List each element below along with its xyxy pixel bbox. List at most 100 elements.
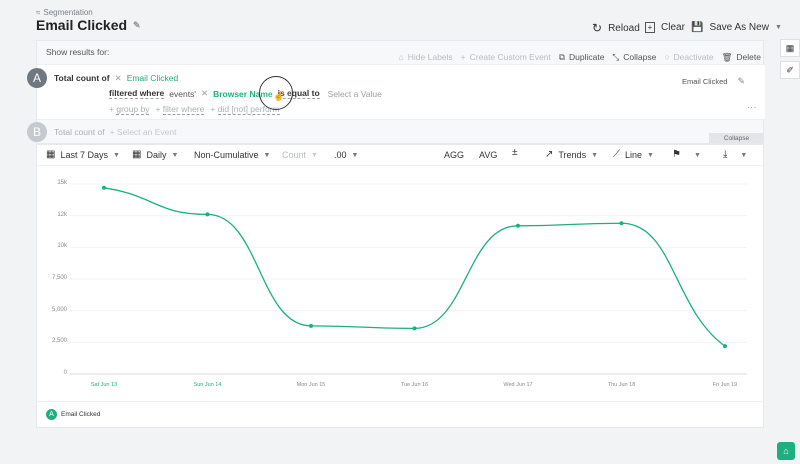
legend-label: Email Clicked bbox=[61, 411, 101, 418]
grid-view-icon[interactable]: ▦ bbox=[780, 39, 800, 57]
select-event-label: Select an Event bbox=[116, 127, 177, 137]
hide-labels-button[interactable]: ⌂ Hide Labels bbox=[399, 52, 453, 62]
formula-button[interactable]: ± bbox=[512, 148, 518, 158]
x-tick-label: Mon Jun 15 bbox=[296, 382, 326, 388]
query-card: Show results for: ⌂ Hide Labels + Create C… bbox=[27, 40, 765, 144]
clear-button[interactable]: + Clear bbox=[645, 22, 685, 33]
filtered-where-label[interactable]: filtered where bbox=[109, 88, 165, 99]
trends-label: Trends bbox=[558, 150, 587, 160]
collapse-tab-label: Collapse bbox=[723, 134, 750, 142]
save-as-new-button[interactable]: 💾 Save As New ▼ bbox=[691, 22, 782, 33]
show-results-label: Show results for: bbox=[46, 47, 110, 57]
create-custom-event-button[interactable]: + Create Custom Event bbox=[461, 52, 551, 62]
page-title: Email Clicked ✎ bbox=[36, 17, 141, 33]
trends-select[interactable]: ↗ Trends ▼ bbox=[545, 149, 599, 161]
edit-label-icon[interactable]: ✎ bbox=[737, 77, 745, 86]
clear-label: Clear bbox=[661, 22, 685, 33]
data-point[interactable] bbox=[412, 326, 417, 331]
filter-value-placeholder[interactable]: Select a Value bbox=[328, 89, 382, 99]
filter-where-label: filter where bbox=[162, 104, 205, 115]
cumulative-select[interactable]: Non-Cumulative ▼ bbox=[194, 150, 270, 160]
data-point[interactable] bbox=[309, 323, 313, 328]
help-widget-button[interactable]: ⌂ bbox=[777, 442, 795, 460]
chevron-down-icon: ▼ bbox=[171, 151, 179, 159]
data-point[interactable] bbox=[516, 223, 520, 228]
collapse-label: Collapse bbox=[623, 52, 657, 62]
data-point[interactable] bbox=[723, 344, 727, 349]
legend: A Email Clicked bbox=[37, 401, 763, 427]
x-tick-label: Tue Jun 16 bbox=[400, 382, 429, 388]
filter-where-link[interactable]: + filter where bbox=[155, 104, 205, 115]
chart-type-label: Line bbox=[625, 150, 643, 160]
group-by-link[interactable]: + group by bbox=[109, 104, 150, 115]
remove-filter-icon[interactable]: ✕ bbox=[201, 89, 208, 98]
reload-label: Reload bbox=[608, 22, 640, 34]
tag-icon: ⌂ bbox=[398, 51, 404, 62]
annotation-select[interactable]: ⚑ ▼ bbox=[672, 150, 701, 160]
group-by-label: group by bbox=[116, 104, 150, 115]
export-select[interactable]: ⤓ ▼ bbox=[723, 150, 747, 160]
trend-icon: ↗ bbox=[545, 149, 554, 160]
chart-type-select[interactable]: ⟋ Line ▼ bbox=[613, 149, 654, 161]
legend-item[interactable]: A Email Clicked bbox=[46, 409, 100, 420]
event-a-row: A Total count of ✕ Email Clicked filtere… bbox=[27, 64, 765, 120]
event-a-line1: Total count of ✕ Email Clicked bbox=[54, 73, 178, 83]
y-tick-label: 0 bbox=[63, 370, 67, 376]
flag-icon: ⚑ bbox=[672, 149, 681, 160]
delete-label: Delete bbox=[736, 52, 761, 62]
reload-button[interactable]: ↻ Reload bbox=[592, 22, 640, 34]
chart-controls: ▦ Last 7 Days ▼ ▦ Daily ▼ Non-Cumulative… bbox=[37, 145, 763, 166]
plus-icon: + bbox=[460, 51, 466, 62]
chart-card: ▦ Last 7 Days ▼ ▦ Daily ▼ Non-Cumulative… bbox=[36, 144, 764, 428]
y-tick-label: 15k bbox=[57, 180, 67, 186]
chevron-down-icon: ▼ bbox=[591, 151, 599, 159]
chevron-down-icon: ▼ bbox=[311, 151, 318, 159]
calendar-repeat-icon: ▦ bbox=[132, 149, 142, 160]
agg-button[interactable]: AGG bbox=[444, 150, 464, 160]
deactivate-label: Deactivate bbox=[673, 52, 714, 62]
decimals-select[interactable]: .00 ▼ bbox=[334, 150, 358, 160]
duplicate-label: Duplicate bbox=[568, 52, 605, 62]
event-a-filter-line: filtered where events' ✕ Browser Name is… bbox=[109, 88, 382, 99]
pencil-icon[interactable]: ✎ bbox=[133, 20, 141, 30]
event-b-total-count-label: Total count of bbox=[54, 127, 105, 137]
collapse-button[interactable]: ⤡ Collapse bbox=[612, 52, 656, 62]
x-tick-label: Sun Jun 14 bbox=[193, 382, 222, 388]
line-chart-icon: ⟋ bbox=[613, 149, 620, 160]
plus-icon: + bbox=[210, 104, 216, 114]
drag-handle-icon[interactable]: ⋮ bbox=[747, 103, 757, 112]
hide-labels-label: Hide Labels bbox=[407, 52, 453, 62]
event-a-name[interactable]: Email Clicked bbox=[127, 73, 179, 83]
download-icon: ⤓ bbox=[723, 149, 728, 160]
duplicate-button[interactable]: ⧉ Duplicate bbox=[559, 52, 605, 62]
breadcrumb-label: Segmentation bbox=[43, 8, 93, 17]
select-event-link[interactable]: + Select an Event bbox=[110, 127, 177, 137]
metric-select[interactable]: Count ▼ bbox=[282, 150, 318, 160]
interval-select[interactable]: ▦ Daily ▼ bbox=[132, 149, 179, 161]
date-range-select[interactable]: ▦ Last 7 Days ▼ bbox=[46, 150, 120, 161]
results-toolbar: ⌂ Hide Labels + Create Custom Event ⧉ Dupli… bbox=[399, 52, 761, 62]
breadcrumb[interactable]: ≈ Segmentation bbox=[36, 8, 93, 17]
event-a-actions: + group by + filter where + did [not] pe… bbox=[109, 104, 280, 115]
data-point[interactable] bbox=[619, 221, 624, 226]
decimals-label: .00 bbox=[334, 150, 347, 160]
avg-button[interactable]: AVG bbox=[479, 150, 497, 160]
agg-label: AGG bbox=[444, 150, 465, 160]
chevron-down-icon: ▼ bbox=[263, 151, 271, 159]
collapse-tab[interactable]: Collapse bbox=[709, 133, 764, 143]
interval-label: Daily bbox=[146, 150, 167, 160]
results-bar: Show results for: ⌂ Hide Labels + Create C… bbox=[37, 41, 765, 63]
plus-icon: + bbox=[109, 127, 115, 137]
hand-cursor-icon: ☝ bbox=[273, 91, 285, 101]
brush-icon[interactable]: ✐ bbox=[780, 61, 800, 79]
delete-button[interactable]: 🗑 Delete bbox=[722, 52, 761, 62]
data-point[interactable] bbox=[102, 185, 106, 190]
data-point[interactable] bbox=[205, 212, 210, 217]
deactivate-icon: ○ bbox=[664, 51, 670, 62]
chevron-down-icon: ▼ bbox=[693, 151, 701, 159]
event-a-badge: A bbox=[27, 68, 47, 88]
event-a-label-text: Email Clicked bbox=[682, 77, 728, 86]
remove-event-icon[interactable]: ✕ bbox=[115, 74, 122, 83]
deactivate-button[interactable]: ○ Deactivate bbox=[664, 52, 713, 62]
x-tick-label: Sat Jun 13 bbox=[90, 382, 118, 388]
